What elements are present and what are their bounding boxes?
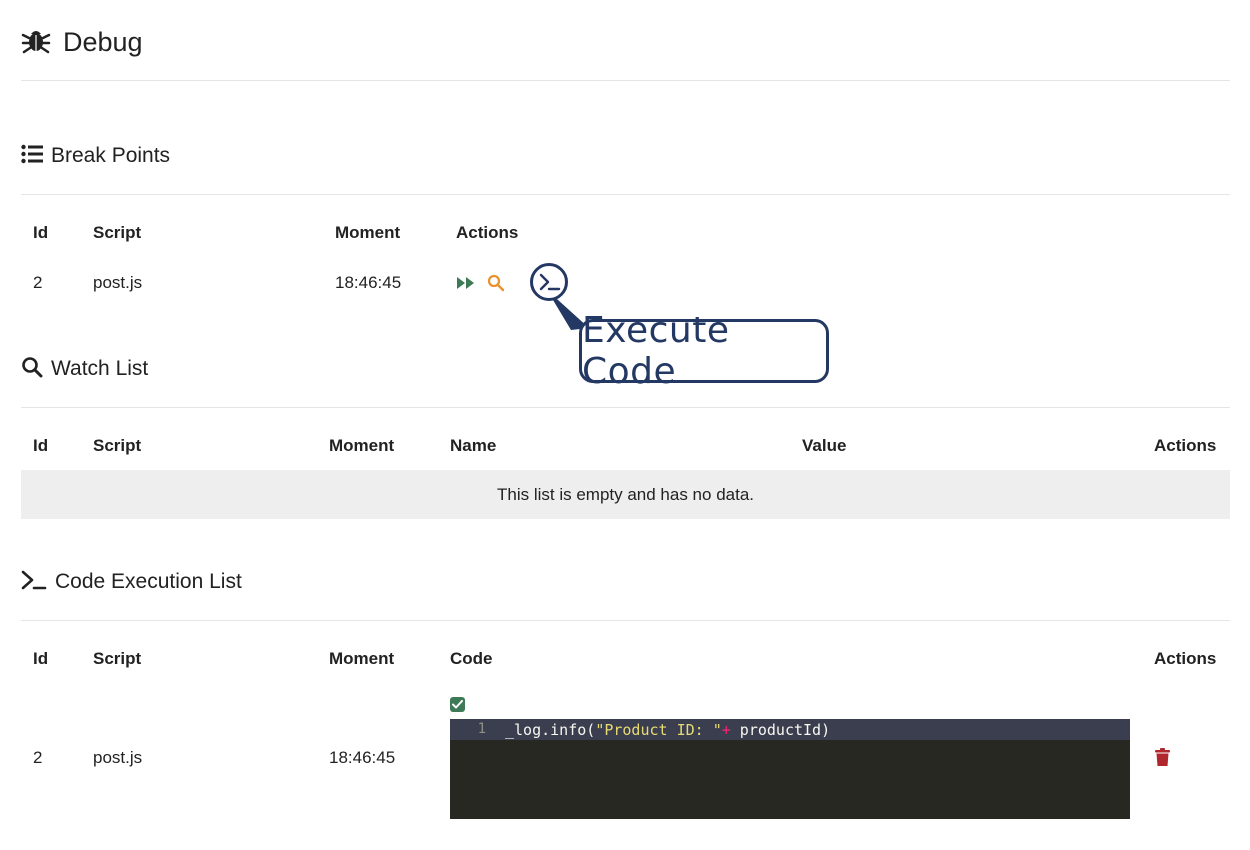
enabled-checkbox[interactable] <box>450 697 465 712</box>
execute-code-button[interactable] <box>530 263 568 301</box>
column-header-script: Script <box>93 223 142 242</box>
column-header-name: Name <box>450 436 497 455</box>
empty-list-message: This list is empty and has no data. <box>21 470 1230 519</box>
column-header-actions: Actions <box>1154 649 1217 668</box>
column-header-actions: Actions <box>456 223 519 242</box>
page-header: Debug <box>21 22 143 62</box>
column-header-id: Id <box>33 436 49 455</box>
row-script: post.js <box>93 748 143 767</box>
row-id: 2 <box>33 273 43 292</box>
trash-icon[interactable] <box>1155 748 1170 771</box>
code-suffix: productId) <box>730 721 831 739</box>
column-header-actions: Actions <box>1154 436 1217 455</box>
column-header-moment: Moment <box>335 223 401 242</box>
resume-icon[interactable] <box>456 276 476 295</box>
row-id: 2 <box>33 748 43 767</box>
terminal-icon <box>21 569 47 596</box>
callout-label: Execute Code <box>582 310 730 392</box>
page-title: Debug <box>63 26 143 57</box>
divider <box>21 194 1230 195</box>
divider <box>21 80 1230 81</box>
column-header-value: Value <box>802 436 847 455</box>
watch-search-icon[interactable] <box>487 274 505 297</box>
code-execution-header: Code Execution List <box>21 567 242 597</box>
list-icon <box>21 144 43 169</box>
divider <box>21 407 1230 408</box>
watch-list-header: Watch List <box>21 354 148 384</box>
code-line[interactable]: _log.info("Product ID: "+ productId) <box>505 721 830 739</box>
check-icon <box>452 700 463 709</box>
code-operator: + <box>721 721 731 739</box>
row-moment: 18:46:45 <box>335 273 402 292</box>
column-header-script: Script <box>93 436 142 455</box>
bug-icon <box>21 25 51 60</box>
column-header-code: Code <box>450 649 493 668</box>
break-points-title: Break Points <box>51 144 171 167</box>
terminal-icon <box>539 273 561 296</box>
watch-list-title: Watch List <box>51 357 149 380</box>
search-icon <box>21 356 43 383</box>
column-header-id: Id <box>33 649 49 668</box>
line-number: 1 <box>477 721 486 737</box>
row-moment: 18:46:45 <box>329 748 396 767</box>
code-editor[interactable]: 1 _log.info("Product ID: "+ productId) <box>450 719 1130 819</box>
break-points-header: Break Points <box>21 141 170 171</box>
divider <box>21 620 1230 621</box>
column-header-moment: Moment <box>329 436 395 455</box>
execute-code-callout: Execute Code <box>579 310 829 392</box>
column-header-moment: Moment <box>329 649 395 668</box>
column-header-script: Script <box>93 649 142 668</box>
row-script: post.js <box>93 273 143 292</box>
code-prefix: _log.info( <box>505 721 596 739</box>
column-header-id: Id <box>33 223 49 242</box>
code-string: "Product ID: " <box>595 721 722 739</box>
code-execution-title: Code Execution List <box>55 570 242 593</box>
